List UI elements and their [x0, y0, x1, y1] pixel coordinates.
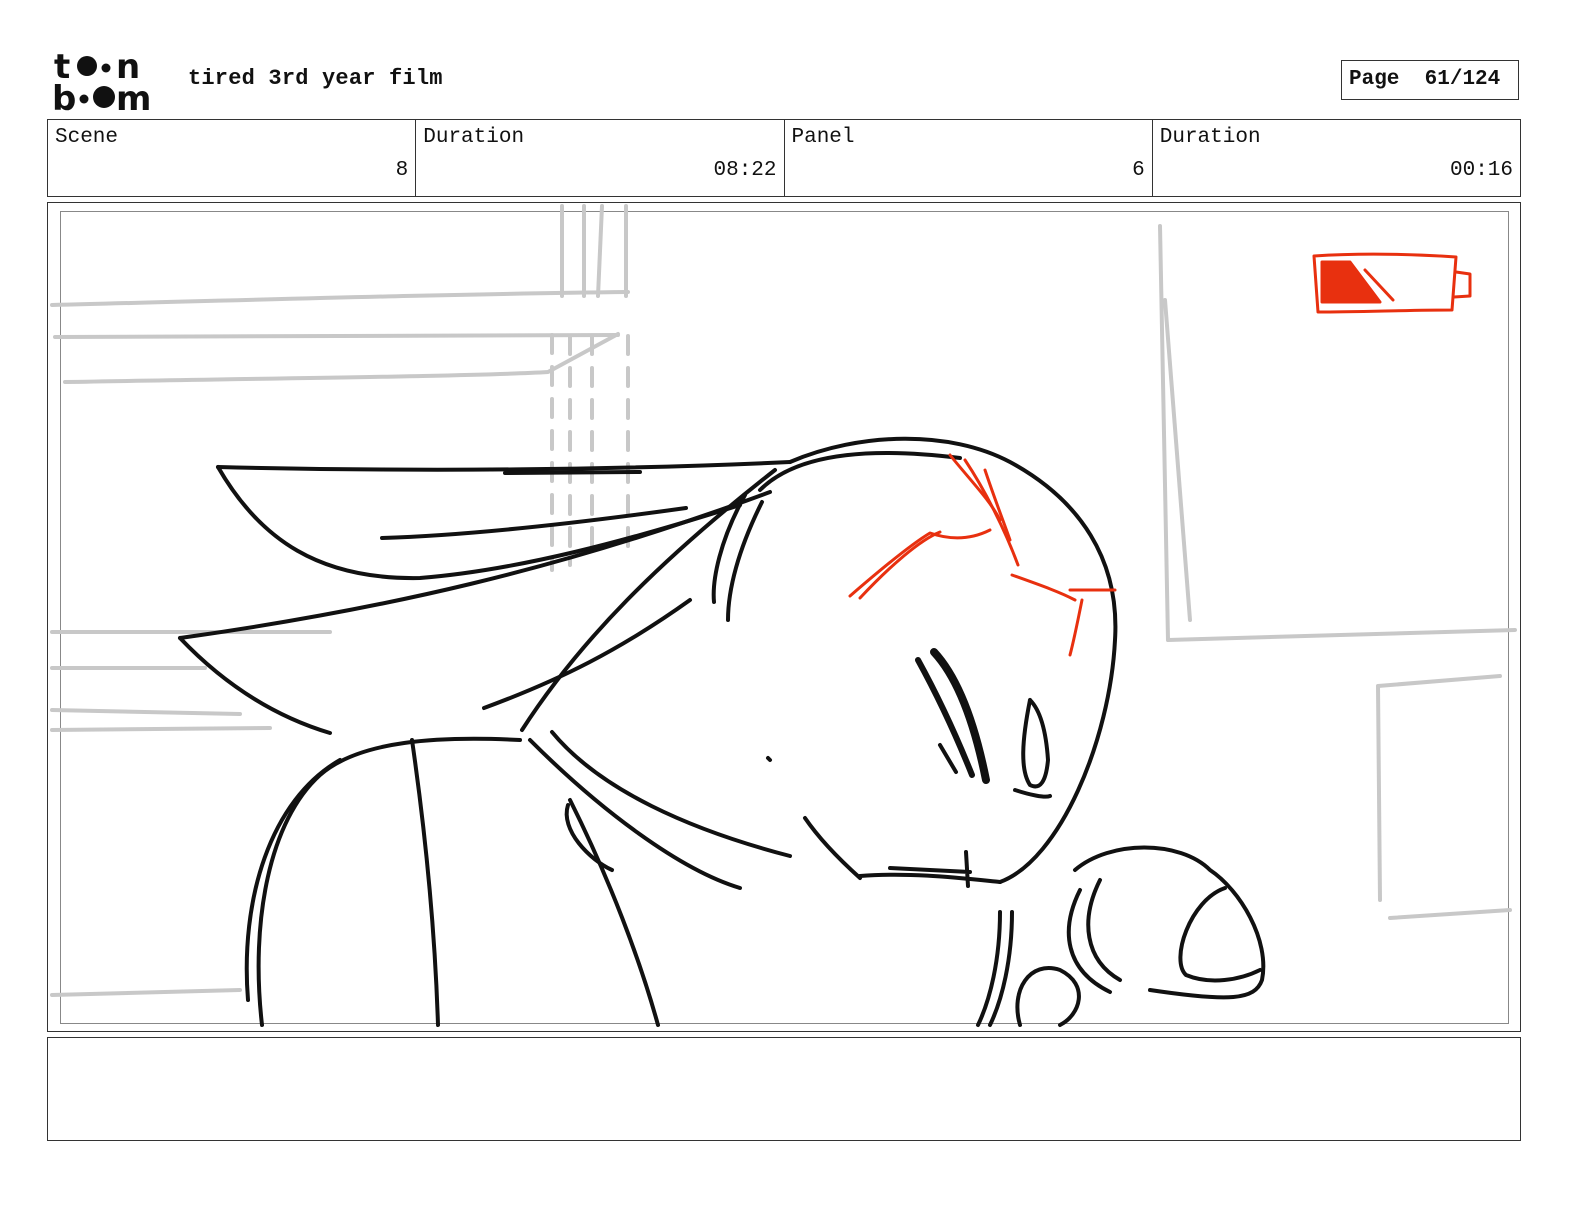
panel-duration-label: Duration: [1159, 126, 1261, 149]
page-indicator: Page 61/124: [1341, 60, 1519, 100]
scene-value: 8: [395, 159, 409, 182]
character-line-art: [178, 436, 1266, 1027]
scene-cell: Scene 8: [48, 120, 417, 196]
panel-info-table: Scene 8 Duration 08:22 Panel 6 Duration …: [47, 119, 1521, 197]
page-number: 61/124: [1424, 68, 1501, 91]
scene-label: Scene: [55, 126, 119, 149]
scene-duration-cell: Duration 08:22: [416, 120, 785, 196]
page-label: Page: [1349, 68, 1400, 91]
toon-boom-logo: t n b m: [52, 48, 151, 114]
scene-duration-label: Duration: [423, 126, 525, 149]
red-stress-marks: [848, 453, 1117, 657]
panel-duration-value: 00:16: [1449, 159, 1513, 182]
svg-text:b: b: [52, 79, 76, 114]
panel-value: 6: [1132, 159, 1145, 182]
background-layout-lines: [50, 204, 1517, 997]
panel-label: Panel: [791, 126, 855, 149]
svg-text:m: m: [116, 79, 151, 114]
storyboard-sketch: [50, 204, 1517, 1027]
project-title: tired 3rd year film: [188, 66, 443, 91]
panel-cell: Panel 6: [785, 120, 1153, 196]
scene-duration-value: 08:22: [713, 159, 777, 182]
panel-duration-cell: Duration 00:16: [1153, 120, 1520, 196]
panel-notes: [47, 1037, 1521, 1141]
battery-low-icon: [1312, 252, 1472, 314]
